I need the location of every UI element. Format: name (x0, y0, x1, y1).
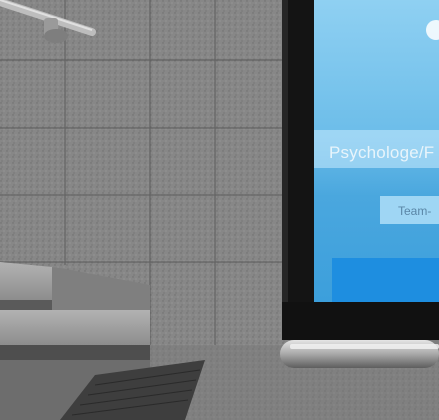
screen-headline: Psychologe/F (329, 143, 435, 162)
scene-illustration (0, 0, 439, 420)
photo-scene: Psychologe/F Team- (0, 0, 439, 420)
screen-team-label: Team- (398, 204, 432, 218)
screen-button (332, 258, 439, 302)
steel-base (280, 340, 439, 368)
